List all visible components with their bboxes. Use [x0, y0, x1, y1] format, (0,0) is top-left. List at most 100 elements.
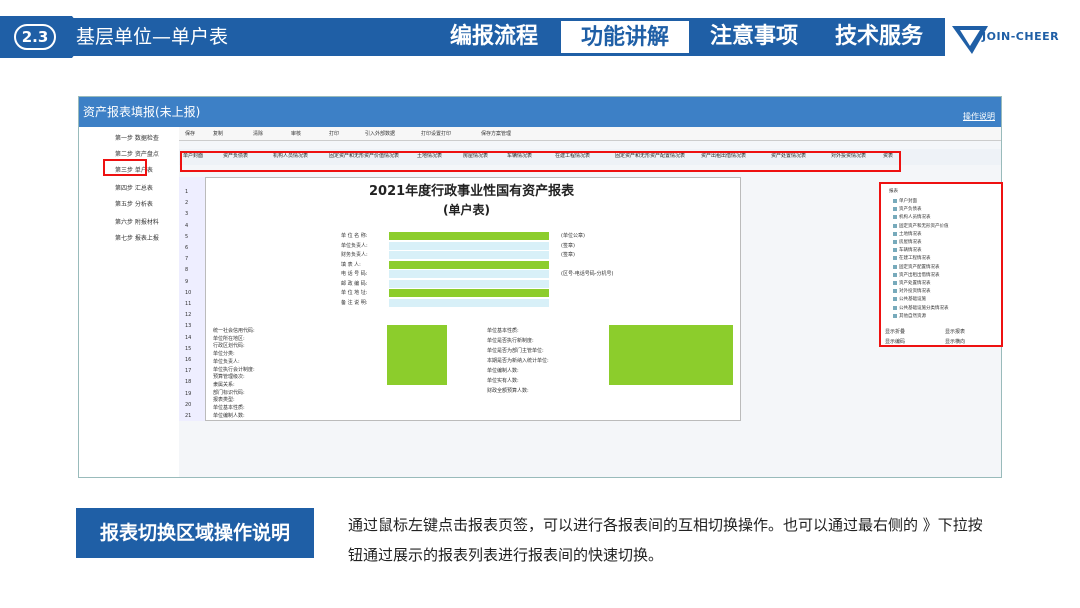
caption-text: 通过鼠标左键点击报表页签，可以进行各报表间的互相切换操作。也可以通过最右侧的 》…: [348, 516, 983, 564]
tool-clear[interactable]: 清除: [253, 130, 263, 137]
form-note: (单位公章): [561, 233, 585, 239]
tab-process[interactable]: 编报流程: [435, 20, 553, 54]
panel-report-item[interactable]: 土地情况表: [899, 231, 922, 237]
panel-report-item[interactable]: 资产负债表: [899, 206, 922, 212]
form-label: 电 话 号 码:: [341, 271, 368, 277]
step-highlight: [103, 159, 147, 176]
app-screenshot: 资产报表填报(未上报) 操作说明 第一步 数据检查 第二步 资产盘点 第三步 单…: [78, 96, 1003, 478]
step-7[interactable]: 第七步 报表上报: [115, 233, 159, 242]
panel-report-item[interactable]: 公共基础设施: [899, 296, 926, 302]
tool-scheme[interactable]: 保存方案管理: [481, 130, 511, 137]
tabs-highlight: [180, 151, 901, 172]
option-horizontal[interactable]: 显示横向: [945, 338, 965, 345]
grid-label: 行政区划代码:: [213, 343, 245, 350]
grid-label: 单位执行会计制度:: [213, 366, 255, 373]
steps-sidebar: 第一步 数据检查 第二步 资产盘点 第三步 单户表 第四步 汇总表 第五步 分析…: [79, 127, 179, 477]
report-icon: [893, 305, 897, 310]
tool-import[interactable]: 引入外部数据: [365, 130, 395, 137]
panel-report-item[interactable]: 单户封面: [899, 198, 917, 204]
panel-report-item[interactable]: 在建工程情况表: [899, 255, 931, 261]
form-label: 财务负责人:: [341, 252, 368, 258]
grid-label: 单位基本性质:: [213, 405, 245, 411]
report-icon: [893, 248, 897, 253]
row-number: 4: [185, 222, 189, 229]
row-number: 21: [185, 413, 192, 419]
panel-report-item[interactable]: 其他自然资源: [899, 313, 926, 319]
grid-right-label: 财政全额预算人数:: [487, 388, 529, 394]
tool-copy[interactable]: 复制: [213, 130, 223, 137]
step-1[interactable]: 第一步 数据检查: [115, 133, 159, 142]
option-report[interactable]: 显示报表: [945, 328, 965, 335]
grid-label: 单位编制人数:: [213, 412, 245, 419]
grid-label: 隶属关系:: [213, 381, 235, 388]
tab-support[interactable]: 技术服务: [820, 20, 938, 54]
option-code[interactable]: 显示编码: [885, 338, 905, 345]
panel-report-item[interactable]: 资产处置情况表: [899, 280, 931, 286]
form-field[interactable]: [389, 270, 549, 278]
help-link[interactable]: 操作说明: [963, 111, 995, 122]
form-field[interactable]: [389, 260, 549, 269]
header-bar: 2.3 基层单位—单户表 编报流程 功能讲解 注意事项 技术服务 JOIN-CH…: [0, 8, 1080, 58]
form-field[interactable]: [389, 251, 549, 259]
report-icon: [893, 240, 897, 244]
step-6[interactable]: 第六步 附报材料: [115, 217, 159, 226]
grid-field-group[interactable]: [387, 325, 447, 385]
form-note: (签章): [561, 242, 575, 249]
form-field[interactable]: [389, 232, 549, 240]
form-note: (签章): [561, 252, 575, 258]
step-4[interactable]: 第四步 汇总表: [115, 183, 153, 192]
form-label: 填 表 人:: [341, 261, 361, 268]
report-subtitle: (单户表): [443, 203, 490, 217]
step-5[interactable]: 第五步 分析表: [115, 199, 153, 208]
step-2[interactable]: 第二步 资产盘点: [115, 149, 159, 158]
panel-report-item[interactable]: 车辆情况表: [899, 247, 922, 253]
panel-root[interactable]: 报表: [889, 188, 898, 194]
grid-right-label: 单位是否执行新制度:: [487, 338, 534, 344]
report-icon: [893, 297, 897, 302]
grid-right-label: 单位基本性质:: [487, 328, 519, 334]
tab-features[interactable]: 功能讲解: [560, 20, 690, 54]
report-icon: [893, 281, 897, 285]
row-number: 11: [185, 301, 192, 307]
app-header: 资产报表填报(未上报) 操作说明: [79, 97, 1001, 127]
panel-report-item[interactable]: 对外投资情况表: [899, 288, 931, 294]
panel-report-item[interactable]: 机构人员情况表: [899, 214, 931, 220]
row-numbers: [179, 177, 205, 421]
row-number: 10: [185, 289, 192, 296]
row-number: 6: [185, 245, 189, 251]
panel-report-item[interactable]: 公共基础设施分类情况表: [899, 305, 949, 311]
form-field[interactable]: [389, 298, 549, 307]
panel-report-item[interactable]: 固定资产配置情况表: [899, 264, 940, 270]
grid-field-group-right[interactable]: [609, 325, 733, 385]
form-field[interactable]: [389, 241, 549, 250]
form-label: 邮 政 编 码:: [341, 280, 368, 287]
tool-save[interactable]: 保存: [185, 130, 195, 137]
panel-report-item[interactable]: 房屋情况表: [899, 239, 922, 245]
tool-print[interactable]: 打印: [329, 130, 339, 137]
row-number: 3: [185, 211, 189, 218]
row-number: 2: [185, 200, 189, 207]
grid-right-label: 单位是否为部门主管单位:: [487, 348, 544, 354]
report-icon: [893, 231, 897, 236]
tool-audit[interactable]: 审核: [291, 130, 301, 137]
grid-right-label: 单位实有人数:: [487, 378, 519, 384]
tab-notes[interactable]: 注意事项: [695, 20, 813, 54]
row-number: 16: [185, 357, 192, 363]
report-icon: [893, 207, 897, 212]
row-number: 5: [185, 233, 189, 240]
form-field[interactable]: [389, 289, 549, 297]
panel-report-item[interactable]: 固定资产和无形资产价值: [899, 223, 949, 229]
report-icon: [893, 256, 897, 261]
report-icon: [893, 289, 897, 294]
report-icon: [893, 199, 897, 203]
row-number: 1: [185, 189, 189, 195]
tool-print-setting[interactable]: 打印设置打印: [421, 130, 451, 137]
row-number: 12: [185, 312, 192, 319]
row-number: 7: [185, 256, 189, 263]
form-note: (区号-电话号码-分机号): [561, 271, 614, 277]
grid-label: 统一社会信用代码:: [213, 328, 255, 334]
option-fold[interactable]: 显示折叠: [885, 328, 905, 335]
report-icon: [893, 264, 897, 269]
form-field[interactable]: [389, 279, 549, 288]
panel-report-item[interactable]: 资产出租出借情况表: [899, 272, 940, 278]
